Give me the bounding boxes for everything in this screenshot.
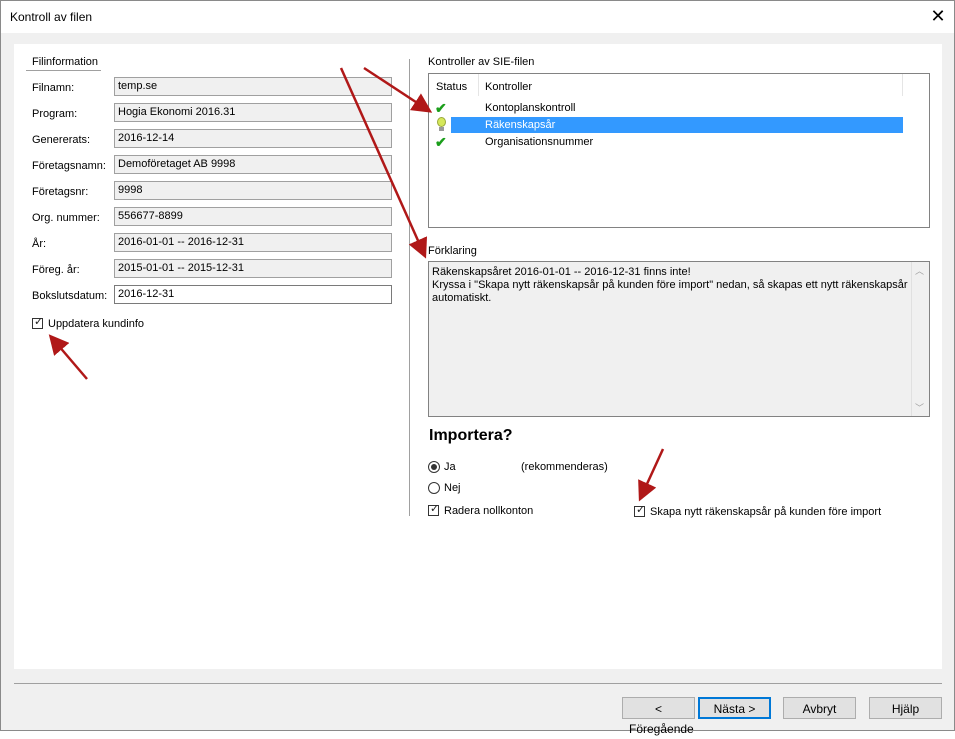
arrow-to-explanation: [339, 67, 428, 259]
arrow-to-update-checkbox: [48, 334, 88, 380]
arrow-to-fiscal-year-row: [363, 66, 433, 113]
arrow-to-create-fiscal-year: [638, 448, 665, 502]
annotation-arrows: [48, 66, 665, 502]
